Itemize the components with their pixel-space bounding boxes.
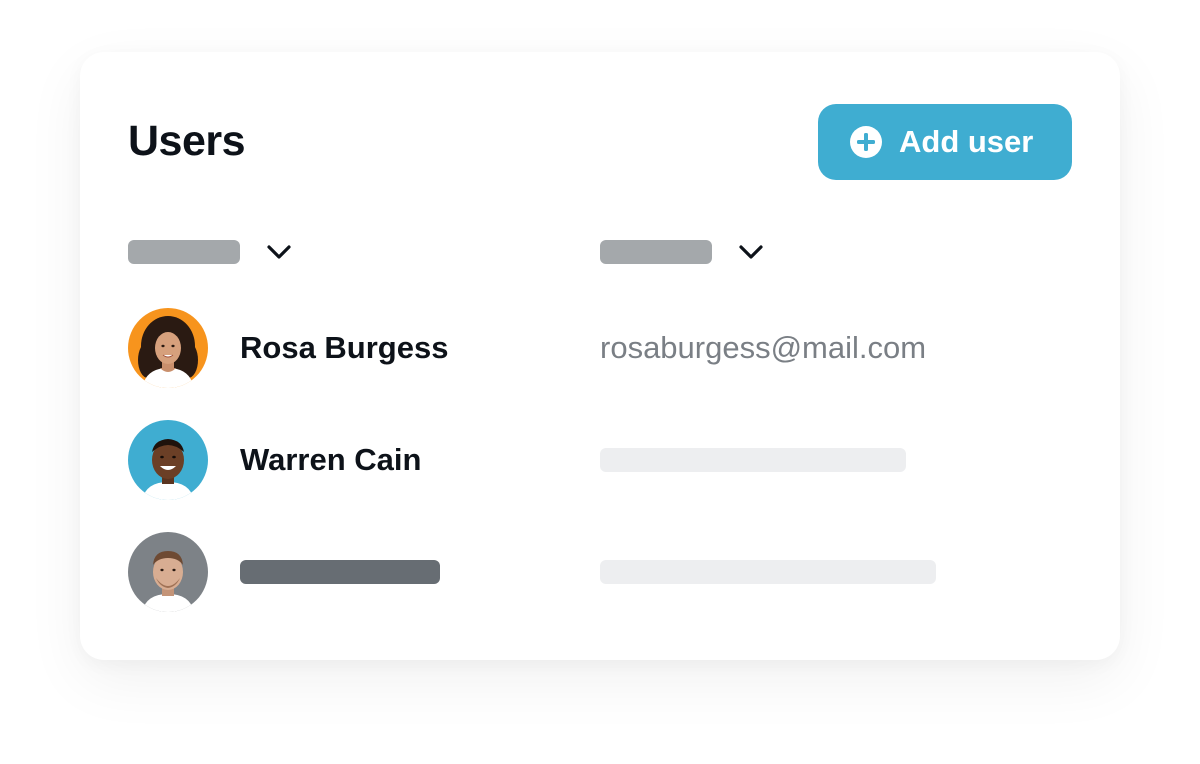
column-header-placeholder: [128, 240, 240, 264]
user-name: Rosa Burgess: [240, 330, 449, 365]
table-row[interactable]: [128, 532, 1072, 612]
column-header-name[interactable]: [128, 240, 292, 264]
users-card: Users Add user Rosa Burgess rosaburgess@…: [80, 52, 1120, 660]
plus-circle-icon: [850, 126, 882, 158]
chevron-down-icon: [739, 245, 763, 259]
page-title: Users: [128, 117, 246, 165]
chevron-down-icon: [267, 245, 291, 259]
user-email: rosaburgess@mail.com: [600, 330, 927, 365]
column-header-email[interactable]: [600, 240, 764, 264]
table-row[interactable]: Warren Cain: [128, 420, 1072, 500]
email-placeholder: [600, 448, 906, 472]
add-user-label: Add user: [899, 124, 1034, 159]
user-name: Warren Cain: [240, 442, 422, 477]
email-placeholder: [600, 560, 936, 584]
add-user-button[interactable]: Add user: [818, 104, 1072, 180]
table-row[interactable]: Rosa Burgess rosaburgess@mail.com: [128, 308, 1072, 388]
column-header-placeholder: [600, 240, 712, 264]
avatar: [128, 420, 208, 500]
name-placeholder: [240, 560, 440, 584]
avatar: [128, 532, 208, 612]
avatar: [128, 308, 208, 388]
